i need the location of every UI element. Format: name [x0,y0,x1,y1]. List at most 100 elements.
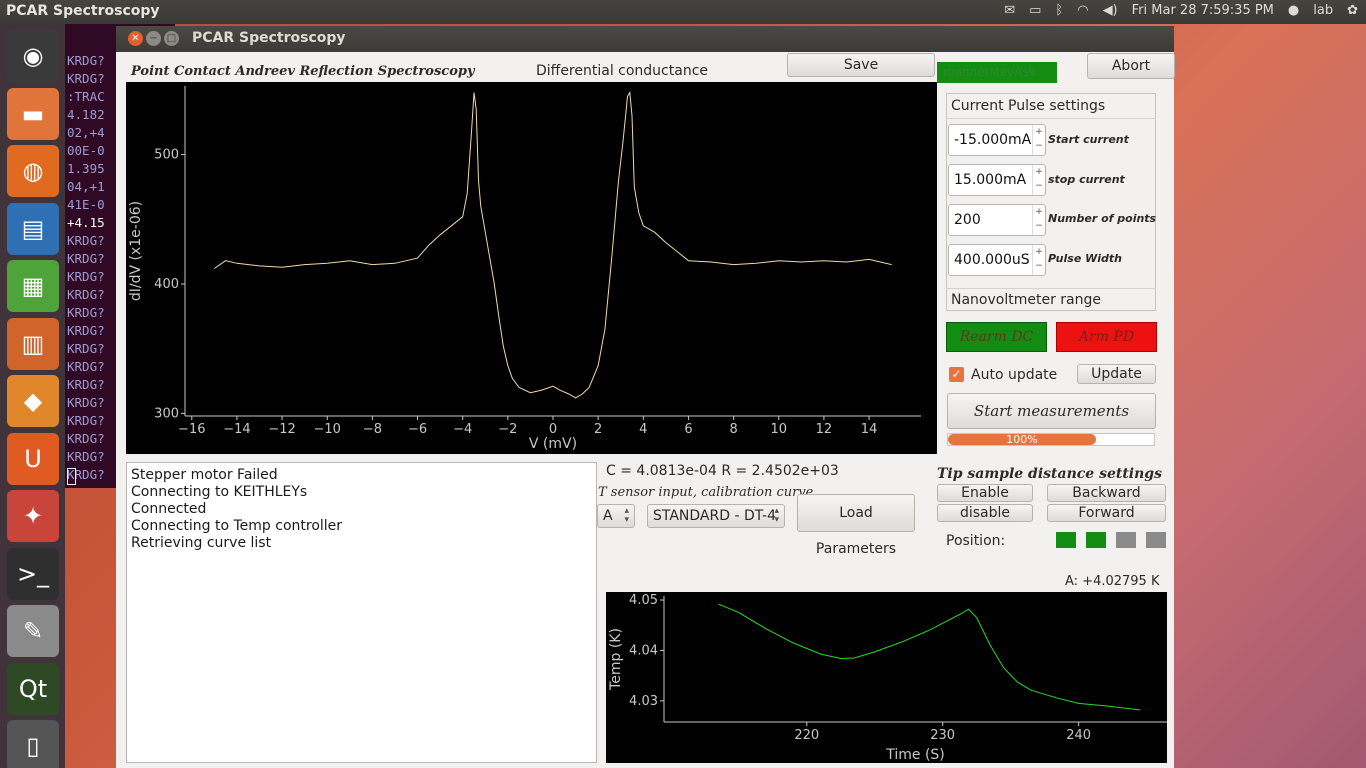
maximize-icon[interactable]: □ [164,31,179,46]
spin-arrows-icon[interactable]: + − [1032,125,1045,155]
rearm-dc-button[interactable]: Rearm DC [946,322,1047,352]
start-measurements-button[interactable]: Start measurements [947,393,1156,429]
log-line: Retrieving curve list [131,535,272,551]
disable-button[interactable]: disable [937,504,1033,522]
x-tick-label: 4 [639,422,647,437]
plot-title: Differential conductance [536,63,709,79]
firefox-icon[interactable]: ◍ [7,145,59,197]
close-icon[interactable]: ✕ [128,31,143,46]
pulse-width-label: Pulse Width [1048,252,1122,265]
calibration-curve-select[interactable]: STANDARD - DT-4 ▴ ▾ [647,504,785,528]
gear-icon[interactable]: ✿ [1347,3,1358,18]
temperature-plot[interactable]: 220 230 240 4.03 4.04 4.05 Time (S) Temp (K) [606,592,1167,763]
pulse-settings-heading: Current Pulse settings [951,98,1106,114]
terminal-cursor [67,468,76,485]
num-points-spinbox[interactable]: 200 + − [948,204,1046,236]
ubuntu-one-icon[interactable]: U [7,432,59,485]
x-tick-label: 10 [770,422,787,437]
software-center-icon[interactable]: ◆ [7,375,59,427]
terminal-line: KRDG? [67,359,105,374]
stop-current-spinbox[interactable]: 15.000mA + − [948,164,1046,196]
qt-creator-icon[interactable]: Qt [7,662,59,715]
auto-update-label: Auto update [971,367,1058,383]
log-line: Stepper motor Failed [131,467,278,483]
terminal-line: KRDG? [67,395,105,410]
arm-pd-button[interactable]: Arm PD [1056,322,1157,352]
position-indicator-3 [1116,532,1136,548]
backward-button[interactable]: Backward [1047,484,1166,502]
sensor-input-value: A [603,508,613,524]
bluetooth-icon[interactable]: ᛒ [1055,3,1063,18]
sensor-input-select[interactable]: A ▴ ▾ [597,504,635,528]
y-tick-label: 4.03 [629,694,658,709]
mail-icon[interactable]: ✉ [1004,3,1015,18]
impress-icon[interactable]: ▥ [7,317,59,370]
update-button[interactable]: Update [1077,364,1156,384]
volume-icon[interactable]: ◀) [1103,3,1118,18]
panel-user[interactable]: lab [1313,3,1333,18]
x-tick-label: 0 [549,422,557,437]
progress-text: 100% [1006,433,1038,446]
forward-button[interactable]: Forward [1047,504,1166,522]
spin-arrows-icon[interactable]: + − [1032,205,1045,235]
terminal-line: KRDG? [67,431,105,446]
x-tick-label: −10 [314,422,341,437]
start-current-spinbox[interactable]: -15.000mA + − [948,124,1046,156]
user-icon: ● [1287,3,1300,18]
terminal-line: KRDG? [67,377,105,392]
terminal-line: KRDG? [67,341,105,356]
terminal-line: KRDG? [67,323,105,338]
dash-icon[interactable]: ◉ [7,30,59,82]
cr-readout: C = 4.0813e-04 R = 2.4502e+03 [606,463,839,479]
series-line [718,603,1140,711]
start-current-value: -15.000mA [954,132,1032,148]
conductance-plot[interactable]: −16 −14 −12 −10 −8 −6 −4 −2 0 2 4 6 8 10 12 14 300 400 500… [126,82,937,454]
divider [946,118,1156,119]
stop-current-value: 15.000mA [954,172,1027,188]
terminal-line: KRDG? [67,71,105,86]
temperature-chart-svg: 220 230 240 4.03 4.04 4.05 Time (S) Temp (K) [608,593,1167,763]
terminal-line: KRDG? [67,233,105,248]
x-tick-label: 220 [794,728,819,743]
battery-icon[interactable]: ▭ [1029,3,1041,18]
tip-settings-heading: Tip sample distance settings [937,466,1162,482]
spin-arrows-icon: ▴ ▾ [774,506,779,525]
spin-arrows-icon[interactable]: + − [1032,245,1045,275]
network-icon[interactable]: ◠ [1077,3,1088,18]
terminal-line: 00E-0 [67,143,105,158]
series-line [214,90,892,399]
terminal-icon[interactable]: >_ [7,547,59,600]
auto-update-checkbox[interactable]: ✓ [949,367,964,382]
position-indicator-4 [1146,532,1166,548]
pulse-width-spinbox[interactable]: 400.000uS + − [948,244,1046,276]
y-axis-label: dI/dV (x1e-06) [128,201,144,301]
position-label: Position: [946,533,1006,549]
divider [946,288,1156,289]
x-tick-label: 8 [729,422,737,437]
text-editor-icon[interactable]: ✎ [7,605,59,657]
nanovolt-range-heading[interactable]: Nanovoltmeter range [951,292,1101,308]
log-panel[interactable]: Stepper motor Failed Connecting to KEITHL… [126,462,597,763]
writer-icon[interactable]: ▤ [7,202,59,255]
trash-icon[interactable]: ▯ [7,720,59,768]
terminal-line: KRDG? [67,251,105,266]
settings-icon[interactable]: ✦ [7,490,59,542]
y-tick-label: 500 [154,148,179,163]
window-titlebar[interactable]: ✕ − □ PCAR Spectroscopy [116,26,1174,52]
abort-button[interactable]: Abort [1087,53,1175,79]
x-tick-label: 230 [930,728,955,743]
x-tick-label: 2 [594,422,602,437]
panel-clock[interactable]: Fri Mar 28 7:59:35 PM [1132,3,1274,18]
files-icon[interactable]: ▬ [7,87,59,140]
y-tick-label: 4.05 [629,593,658,608]
save-button[interactable]: Save [787,53,935,77]
terminal-line: 02,+4 [67,125,105,140]
load-parameters-button[interactable]: Load Parameters [797,494,915,557]
calibration-curve-value: STANDARD - DT-4 [653,508,776,524]
y-axis-label: Temp (K) [608,628,624,691]
enable-button[interactable]: Enable [937,484,1033,502]
position-indicator-2 [1086,532,1106,548]
minimize-icon[interactable]: − [146,31,161,46]
spin-arrows-icon[interactable]: + − [1032,165,1045,195]
calc-icon[interactable]: ▦ [7,260,59,312]
